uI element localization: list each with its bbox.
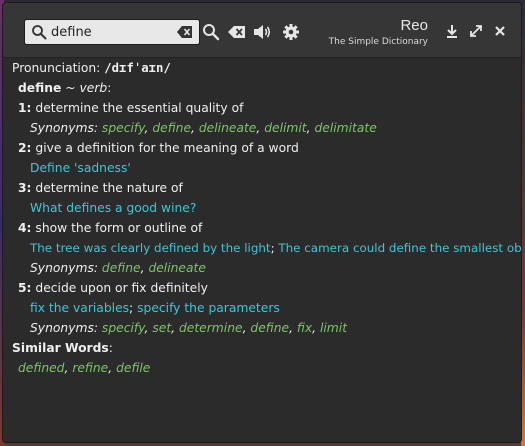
example-text: The tree was clearly defined by the ligh… (30, 241, 271, 255)
sense-number: 3: (18, 181, 32, 195)
similar-word[interactable]: refine (72, 361, 108, 375)
synonym[interactable]: define (152, 121, 191, 135)
search-input[interactable] (51, 23, 169, 41)
download-icon[interactable] (444, 23, 460, 39)
sense-1-definition: 1: determine the essential quality of (18, 100, 243, 117)
synonym[interactable]: delineate (199, 121, 257, 135)
reo-dictionary-window: Reo The Simple Dictionary Pronunciation:… (2, 2, 522, 443)
search-icon (32, 25, 47, 40)
search-button-icon[interactable] (201, 22, 221, 42)
gear-icon[interactable] (281, 22, 301, 42)
sense-4-definition: 4: show the form or outline of (18, 220, 202, 237)
app-subtitle: The Simple Dictionary (328, 37, 428, 47)
sense-1-synonyms: Synonyms: specify, define, delineate, de… (30, 120, 377, 137)
sense-5-examples: fix the variables; specify the parameter… (30, 300, 280, 317)
pronunciation-value: /dɪfˈaɪn/ (104, 61, 171, 75)
comma: , (312, 321, 320, 335)
synonym[interactable]: specify (102, 321, 145, 335)
synonyms-label: Synonyms: (30, 321, 98, 335)
sense-number: 2: (18, 141, 32, 155)
synonym[interactable]: delineate (148, 261, 206, 275)
definition-text: determine the essential quality of (35, 101, 244, 115)
synonym[interactable]: determine (179, 321, 243, 335)
title-block: Reo The Simple Dictionary (329, 17, 428, 49)
sense-3-examples: What defines a good wine? (30, 200, 196, 217)
synonym[interactable]: set (152, 321, 171, 335)
synonym[interactable]: fix (297, 321, 312, 335)
similar-colon: : (108, 341, 113, 355)
headword-line: define ~ verb: (18, 80, 111, 97)
close-icon[interactable] (492, 23, 508, 39)
synonym[interactable]: limit (320, 321, 347, 335)
sense-number: 1: (18, 101, 32, 115)
sense-4-synonyms: Synonyms: define, delineate (30, 260, 206, 277)
example-text: Define 'sadness' (30, 161, 131, 175)
pronunciation-line: Pronunciation: /dɪfˈaɪn/ (12, 60, 171, 77)
headword: define (18, 81, 62, 95)
synonym[interactable]: specify (102, 121, 145, 135)
synonym[interactable]: delimit (264, 121, 306, 135)
similar-word[interactable]: defined (18, 361, 64, 375)
synonyms-label: Synonyms: (30, 261, 98, 275)
header-bar: Reo The Simple Dictionary (3, 3, 521, 58)
similar-words-heading: Similar Words: (12, 340, 113, 357)
sense-2-examples: Define 'sadness' (30, 160, 131, 177)
synonym[interactable]: delimitate (314, 121, 376, 135)
app-title: Reo (400, 17, 428, 34)
comma: , (108, 361, 117, 375)
definition-text: give a definition for the meaning of a w… (35, 141, 299, 155)
example-text: The camera could define the smallest obj… (278, 241, 522, 255)
semicolon: ; (129, 301, 138, 315)
definition-text: decide upon or fix definitely (35, 281, 208, 295)
definition-text: show the form or outline of (35, 221, 203, 235)
comma: , (191, 121, 199, 135)
similar-words-label: Similar Words (12, 341, 109, 355)
comma: , (289, 321, 297, 335)
pronunciation-label: Pronunciation: (12, 61, 101, 75)
speaker-icon[interactable] (252, 22, 272, 42)
synonym[interactable]: define (102, 261, 141, 275)
definition-content: Pronunciation: /dɪfˈaɪn/ define ~ verb: … (3, 58, 522, 442)
pos-colon: : (107, 81, 112, 95)
sense-number: 5: (18, 281, 32, 295)
similar-words-list: defined, refine, defile (18, 360, 150, 377)
synonyms-label: Synonyms: (30, 121, 98, 135)
example-text: fix the variables (30, 301, 130, 315)
sense-3-definition: 3: determine the nature of (18, 180, 183, 197)
sense-number: 4: (18, 221, 32, 235)
sense-5-synonyms: Synonyms: specify, set, determine, defin… (30, 320, 347, 337)
pos-separator: ~ (61, 81, 80, 95)
synonym[interactable]: define (250, 321, 289, 335)
sense-2-definition: 2: give a definition for the meaning of … (18, 140, 299, 157)
comma: , (171, 321, 179, 335)
example-text: specify the parameters (137, 301, 280, 315)
sense-4-examples: The tree was clearly defined by the ligh… (30, 240, 522, 257)
similar-word[interactable]: defile (116, 361, 150, 375)
clear-text-icon[interactable] (227, 22, 247, 42)
part-of-speech: verb (79, 81, 108, 95)
clear-search-icon[interactable] (177, 25, 193, 39)
definition-text: determine the nature of (35, 181, 183, 195)
sense-5-definition: 5: decide upon or fix definitely (18, 280, 208, 297)
maximize-icon[interactable] (468, 23, 484, 39)
search-box[interactable] (24, 19, 200, 45)
example-text: What defines a good wine? (30, 201, 197, 215)
